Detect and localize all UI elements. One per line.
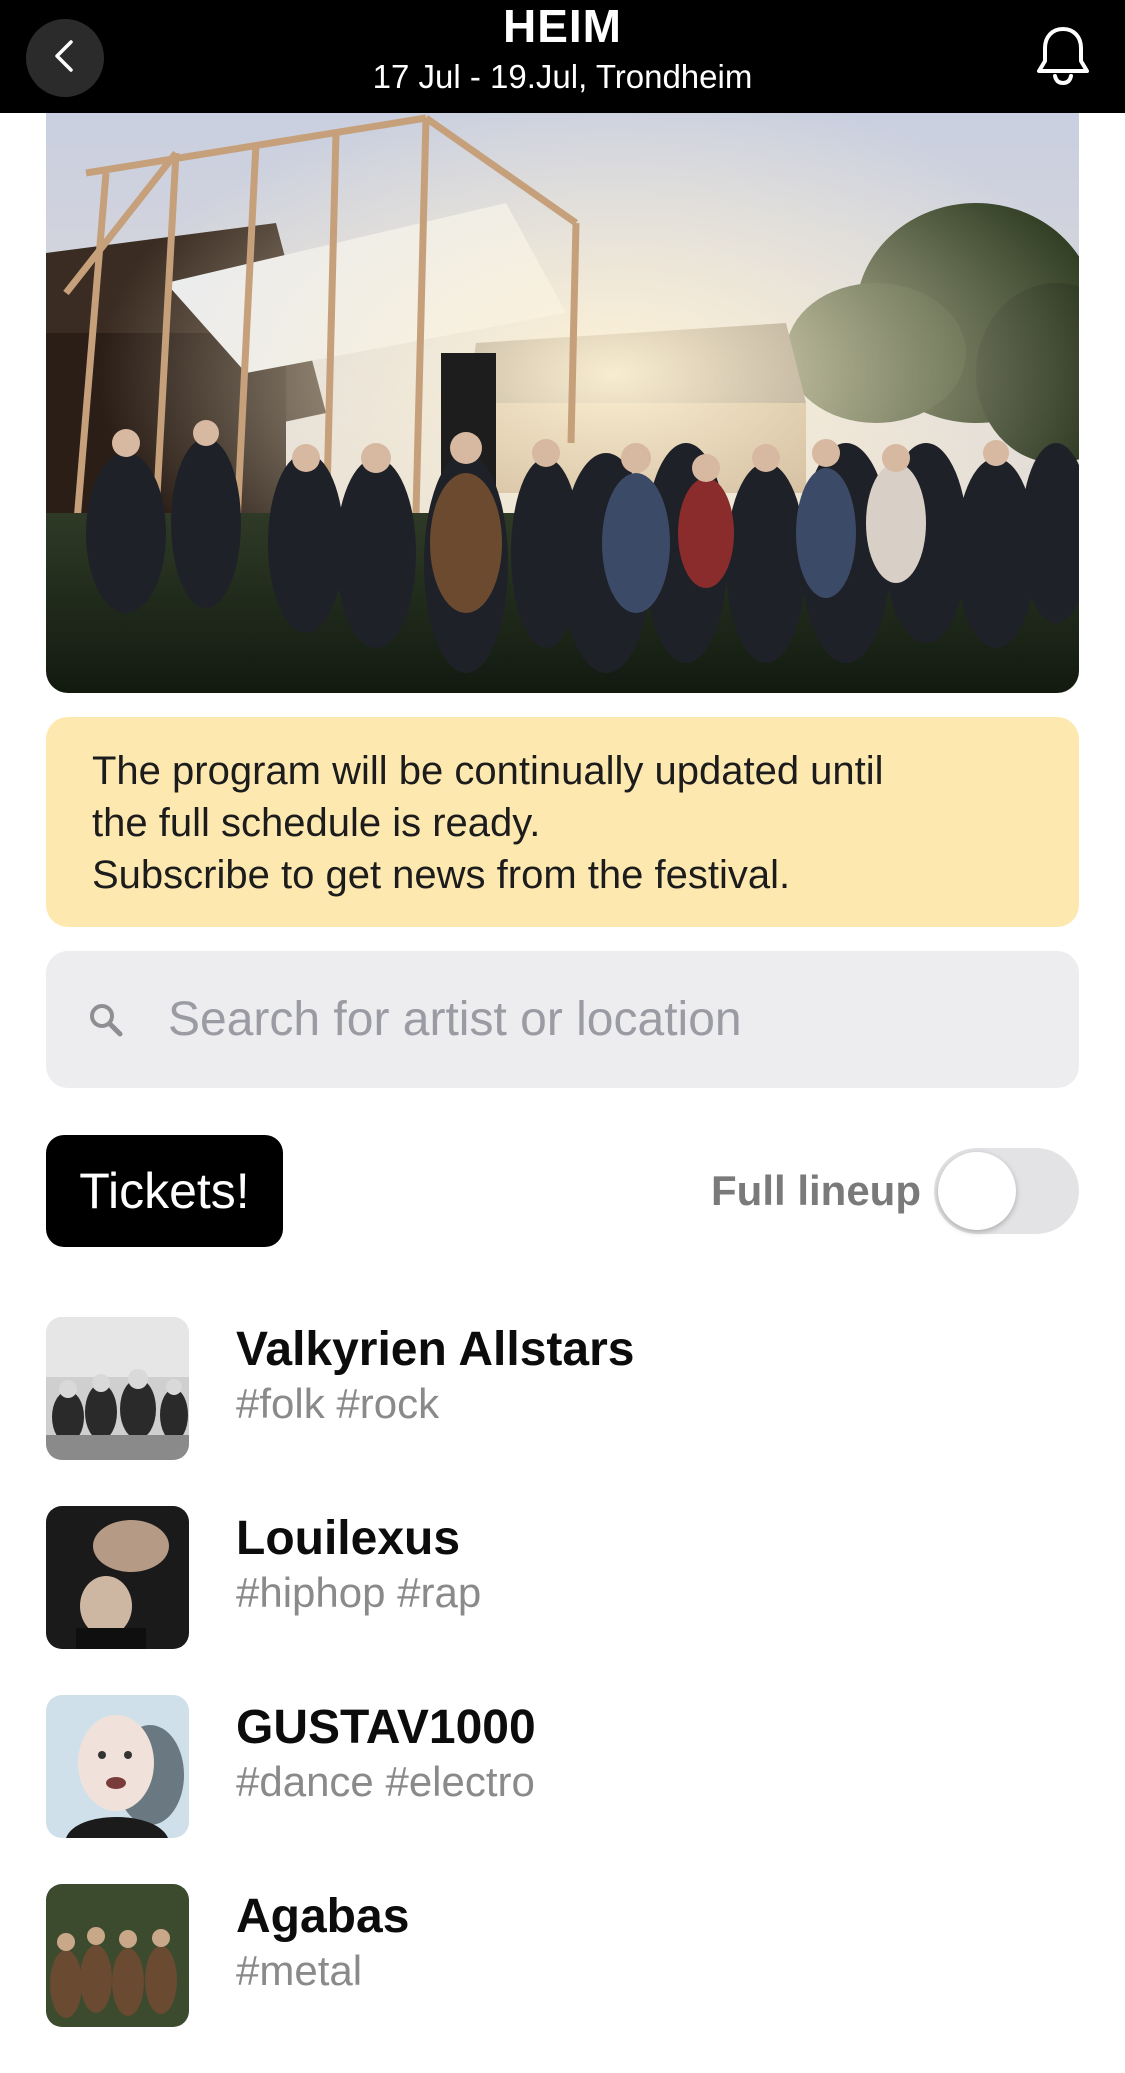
artist-genre-tags: #folk #rock [236, 1380, 440, 1427]
festival-title: HEIM [503, 0, 622, 52]
artist-name: Valkyrien Allstars [236, 1323, 635, 1376]
artist-name: Agabas [236, 1890, 410, 1943]
list-item[interactable]: Valkyrien Allstars #folk #rock [46, 1317, 1079, 1460]
artist-genre-tags: #hiphop #rap [236, 1569, 482, 1616]
artist-photo [46, 1695, 189, 1838]
festival-photo [46, 113, 1079, 693]
full-lineup-label: Full lineup [711, 1167, 921, 1214]
artist-photo [46, 1317, 189, 1460]
list-item[interactable]: Louilexus #hiphop #rap [46, 1506, 1079, 1649]
notice-line: The program will be continually updated … [92, 749, 884, 793]
artist-name: Louilexus [236, 1512, 461, 1565]
search-icon [76, 990, 136, 1050]
tickets-button[interactable]: Tickets! [46, 1135, 283, 1247]
artist-name: GUSTAV1000 [236, 1701, 536, 1754]
artist-photo [46, 1506, 189, 1649]
notifications-button[interactable] [1027, 20, 1099, 96]
artist-genre-tags: #metal [236, 1947, 363, 1994]
artist-genre-tags: #dance #electro [236, 1758, 535, 1805]
festival-dates-location: 17 Jul - 19.Jul, Trondheim [372, 58, 753, 95]
notice-line: Subscribe to get news from the festival. [92, 853, 791, 897]
search-input[interactable] [166, 991, 1030, 1048]
full-lineup-toggle[interactable] [934, 1148, 1079, 1234]
bell-icon [1035, 25, 1091, 92]
program-notice: The program will be continually updated … [46, 717, 1079, 927]
notice-line: the full schedule is ready. [92, 801, 541, 845]
artist-list: Valkyrien Allstars #folk #rock Louilexus… [46, 1317, 1079, 2073]
top-bar: HEIM 17 Jul - 19.Jul, Trondheim [0, 0, 1125, 113]
search-bar[interactable] [46, 951, 1079, 1088]
list-item[interactable]: Agabas #metal [46, 1884, 1079, 2027]
list-item[interactable]: GUSTAV1000 #dance #electro [46, 1695, 1079, 1838]
toggle-knob [938, 1152, 1016, 1230]
artist-photo [46, 1884, 189, 2027]
